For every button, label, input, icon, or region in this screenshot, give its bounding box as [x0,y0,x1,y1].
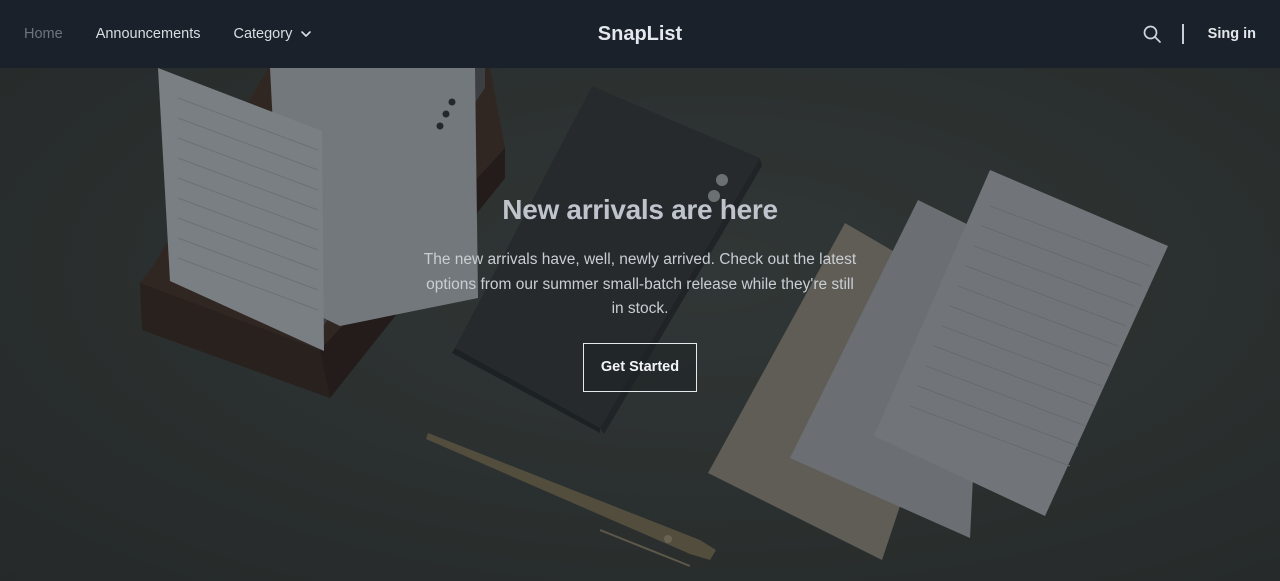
nav-divider [1181,24,1184,44]
get-started-button[interactable]: Get Started [583,342,697,392]
navbar: Home Announcements Category SnapList Sin… [0,0,1280,68]
hero-description: The new arrivals have, well, newly arriv… [423,251,857,317]
hero-title: New arrivals are here [502,194,778,225]
nav-link-announcements[interactable]: Announcements [96,26,201,42]
nav-link-category-label: Category [233,26,293,42]
signin-link[interactable]: Sing in [1208,26,1256,42]
nav-link-category[interactable]: Category [233,26,312,42]
hero-section: New arrivals are here The new arrivals h… [0,68,1280,581]
search-icon[interactable] [1142,24,1162,44]
nav-actions: Sing in [1142,0,1256,68]
nav-link-home[interactable]: Home [24,26,63,42]
hero-content: New arrivals are here The new arrivals h… [0,194,1280,392]
chevron-down-icon [301,31,312,37]
nav-links: Home Announcements Category [24,0,345,68]
